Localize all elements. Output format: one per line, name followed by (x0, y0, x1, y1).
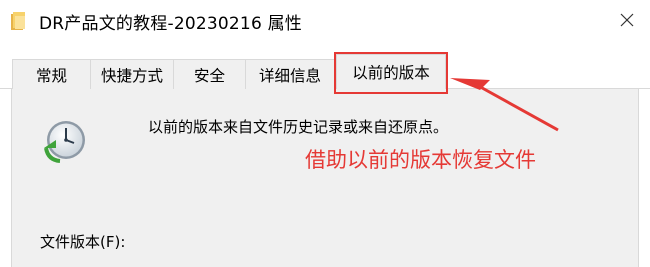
folder-icon (11, 12, 25, 30)
tab-previous-versions[interactable]: 以前的版本 (336, 54, 446, 89)
tab-label: 以前的版本 (352, 64, 430, 82)
tab-label: 详细信息 (258, 66, 321, 85)
file-versions-label: 文件版本(F): (40, 233, 126, 251)
close-icon (620, 13, 634, 27)
tab-shortcut[interactable]: 快捷方式 (90, 59, 174, 89)
tab-label: 安全 (193, 66, 225, 85)
tab-details[interactable]: 详细信息 (245, 59, 335, 89)
tab-general[interactable]: 常规 (12, 59, 91, 89)
tab-label: 快捷方式 (100, 66, 163, 85)
annotation-text: 借助以前的版本恢复文件 (305, 148, 536, 172)
tab-security[interactable]: 安全 (173, 59, 246, 89)
tab-label: 常规 (35, 66, 67, 85)
window-title: DR产品文的教程-20230216 属性 (39, 14, 302, 34)
close-button[interactable] (604, 0, 650, 40)
title-bar: DR产品文的教程-20230216 属性 (0, 0, 650, 44)
description-text: 以前的版本来自文件历史记录或来自还原点。 (148, 118, 449, 136)
annotation-arrow-icon (450, 78, 559, 132)
restore-clock-icon (44, 121, 85, 163)
